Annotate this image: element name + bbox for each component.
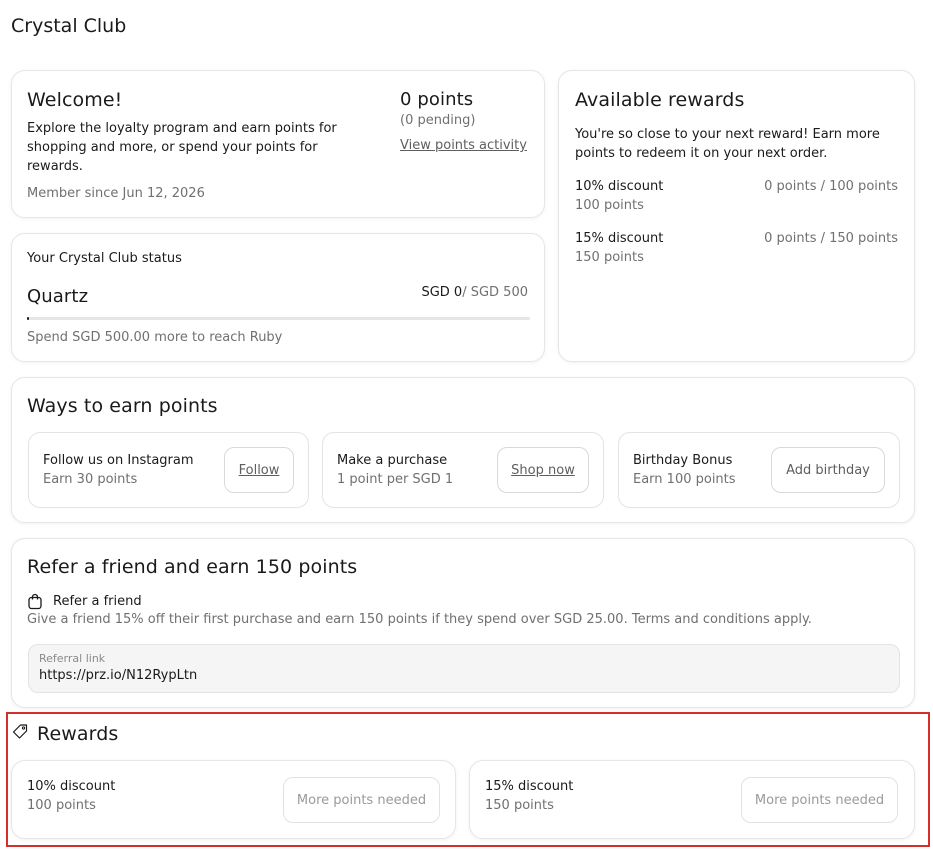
earn-option-instagram: Follow us on Instagram Earn 30 points Fo…	[28, 432, 309, 508]
shop-now-button[interactable]: Shop now	[497, 447, 589, 493]
points-balance: 0 points	[400, 89, 474, 110]
tier-name: Quartz	[27, 286, 89, 307]
status-card: Your Crystal Club status Quartz SGD 0/ S…	[11, 233, 545, 362]
referral-link-label: Referral link	[39, 652, 106, 665]
available-rewards-card: Available rewards You're so close to you…	[558, 70, 915, 362]
welcome-card: Welcome! Explore the loyalty program and…	[11, 70, 545, 218]
next-tier-text: Spend SGD 500.00 more to reach Ruby	[27, 330, 283, 345]
member-since: Member since Jun 12, 2026	[27, 186, 205, 201]
points-pending: (0 pending)	[400, 113, 476, 128]
available-reward-points: 100 points	[575, 198, 644, 213]
earn-option-title: Birthday Bonus	[633, 453, 733, 468]
available-reward-name: 15% discount	[575, 231, 664, 246]
referral-link-value: https://prz.io/N12RypLtn	[39, 668, 198, 683]
available-reward-progress: 0 points / 150 points	[764, 231, 898, 246]
status-heading: Your Crystal Club status	[27, 251, 182, 266]
available-reward-name: 10% discount	[575, 179, 664, 194]
page-title: Crystal Club	[11, 15, 127, 37]
earn-option-birthday: Birthday Bonus Earn 100 points Add birth…	[618, 432, 900, 508]
follow-button[interactable]: Follow	[224, 447, 294, 493]
reward-name: 15% discount	[485, 779, 574, 794]
available-reward-points: 150 points	[575, 250, 644, 265]
follow-button-label: Follow	[238, 462, 280, 478]
earn-option-subtitle: Earn 100 points	[633, 472, 736, 487]
referral-subtitle: Refer a friend	[53, 594, 142, 609]
referral-description: Give a friend 15% off their first purcha…	[27, 612, 812, 627]
view-points-activity-link[interactable]: View points activity	[400, 138, 527, 153]
reward-points: 100 points	[27, 798, 96, 813]
referral-link-field[interactable]: Referral link https://prz.io/N12RypLtn	[28, 644, 900, 693]
more-points-needed-button[interactable]: More points needed	[283, 777, 440, 823]
spend-progress-text: SGD 0/ SGD 500	[421, 285, 528, 300]
earn-option-title: Make a purchase	[337, 453, 448, 468]
earn-points-title: Ways to earn points	[27, 395, 218, 417]
spend-target: / SGD 500	[462, 285, 528, 300]
available-rewards-title: Available rewards	[575, 89, 745, 111]
available-rewards-description: You're so close to your next reward! Ear…	[575, 127, 880, 161]
earn-option-subtitle: 1 point per SGD 1	[337, 472, 454, 487]
welcome-description: Explore the loyalty program and earn poi…	[27, 121, 337, 174]
add-birthday-button[interactable]: Add birthday	[771, 447, 885, 493]
more-points-needed-label: More points needed	[754, 792, 885, 808]
earn-points-card: Ways to earn points Follow us on Instagr…	[11, 377, 915, 523]
rewards-title: Rewards	[37, 723, 119, 745]
tag-icon	[11, 723, 29, 741]
reward-points: 150 points	[485, 798, 554, 813]
reward-card: 15% discount 150 points More points need…	[469, 760, 915, 839]
referral-card: Refer a friend and earn 150 points Refer…	[11, 538, 915, 708]
tier-progress-fill	[27, 317, 29, 320]
earn-option-subtitle: Earn 30 points	[43, 472, 138, 487]
shop-now-button-label: Shop now	[511, 462, 575, 478]
available-reward-progress: 0 points / 100 points	[764, 179, 898, 194]
earn-option-purchase: Make a purchase 1 point per SGD 1 Shop n…	[322, 432, 604, 508]
referral-title: Refer a friend and earn 150 points	[27, 556, 358, 578]
tier-progress-bar	[27, 317, 530, 320]
more-points-needed-label: More points needed	[296, 792, 427, 808]
earn-option-title: Follow us on Instagram	[43, 453, 194, 468]
shopping-bag-icon	[27, 593, 43, 610]
reward-card: 10% discount 100 points More points need…	[11, 760, 456, 839]
welcome-title: Welcome!	[27, 89, 123, 111]
spend-current: SGD 0	[421, 285, 463, 300]
more-points-needed-button[interactable]: More points needed	[741, 777, 898, 823]
reward-name: 10% discount	[27, 779, 116, 794]
add-birthday-button-label: Add birthday	[786, 462, 870, 478]
